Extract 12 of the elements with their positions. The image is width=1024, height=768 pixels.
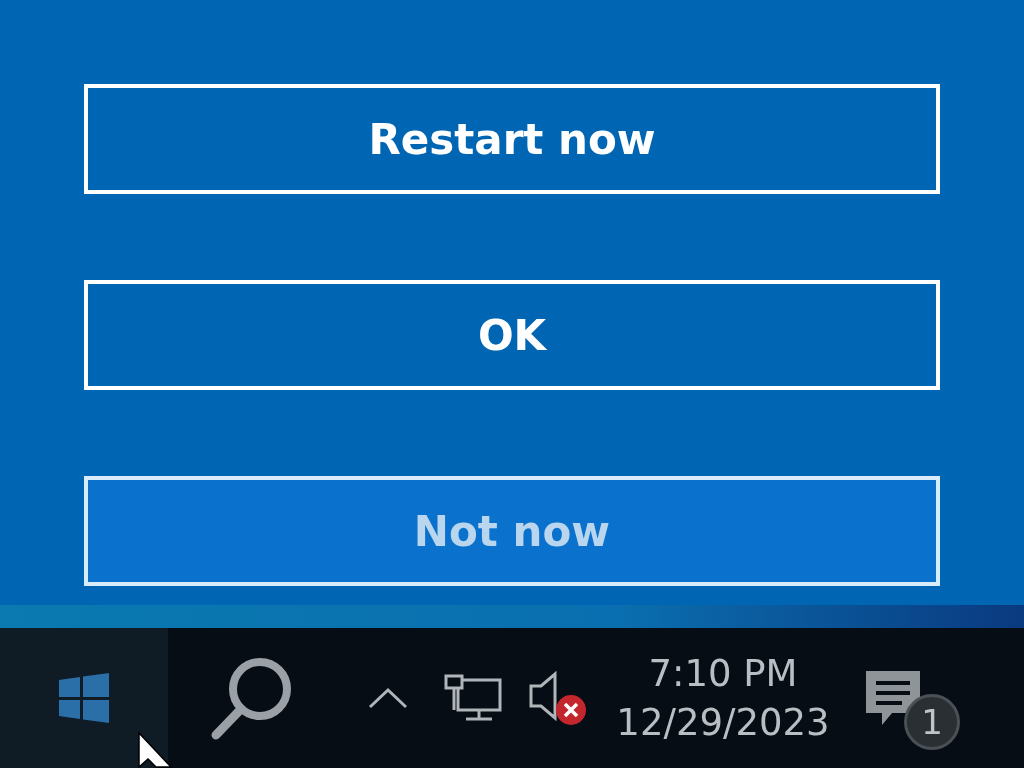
date-text: 12/29/2023	[616, 701, 830, 744]
start-button[interactable]	[0, 628, 168, 768]
speaker-muted-icon[interactable]	[527, 670, 589, 726]
clock[interactable]: 7:10 PM 12/29/2023	[608, 652, 838, 744]
dialog-button[interactable]: OK	[84, 280, 940, 390]
dialog-button[interactable]: Not now	[84, 476, 940, 586]
chevron-up-icon[interactable]	[368, 687, 408, 709]
time-text: 7:10 PM	[648, 652, 798, 695]
mouse-pointer-icon	[138, 732, 172, 768]
dialog-button[interactable]: Restart now	[84, 84, 940, 194]
network-icon[interactable]	[444, 674, 502, 722]
windows-logo-icon	[59, 673, 109, 723]
